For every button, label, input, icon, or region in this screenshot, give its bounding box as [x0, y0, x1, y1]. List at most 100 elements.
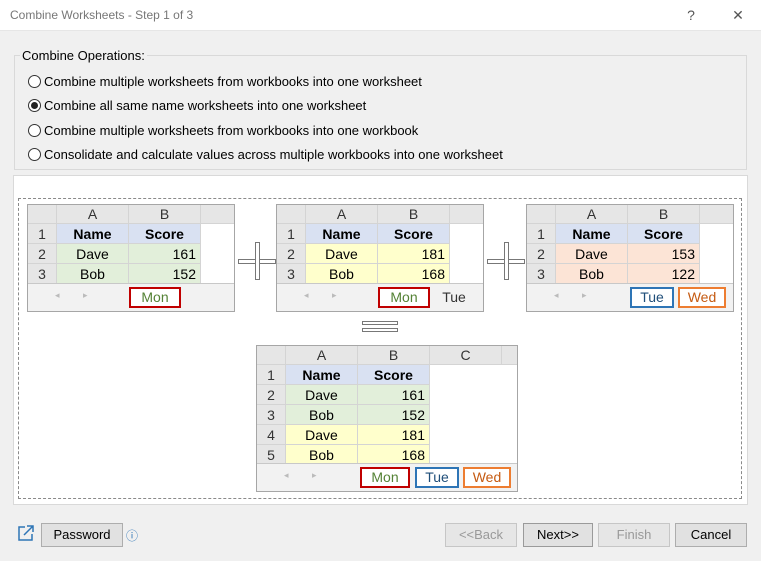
option-label: Consolidate and calculate values across … [44, 146, 503, 162]
next-sheet-icon: ▸ [83, 290, 88, 300]
corner-cell [257, 346, 286, 365]
option-label: Combine multiple worksheets from workboo… [44, 73, 422, 89]
row-header: 3 [527, 264, 556, 284]
prev-sheet-icon: ◂ [284, 470, 289, 480]
row-header: 3 [277, 264, 306, 284]
option-combine-same-name-worksheets[interactable]: Combine all same name worksheets into on… [28, 96, 366, 114]
name-cell: Bob [306, 264, 378, 284]
row-header: 3 [28, 264, 57, 284]
option-label: Combine multiple worksheets from workboo… [44, 122, 419, 138]
next-sheet-icon: ▸ [332, 290, 337, 300]
sheet-tab-bar: ◂ ▸ Mon Tue [277, 283, 483, 311]
score-header-cell: Score [628, 224, 700, 244]
col-header-b: B [358, 346, 430, 365]
cancel-button[interactable]: Cancel [675, 523, 747, 547]
score-cell: 181 [378, 244, 450, 264]
sheet-tab-bar: ◂ ▸ Tue Wed [527, 283, 733, 311]
row-header: 1 [28, 224, 57, 244]
option-combine-worksheets-to-worksheet[interactable]: Combine multiple worksheets from workboo… [28, 72, 422, 90]
corner-cell [527, 205, 556, 224]
row-header: 2 [527, 244, 556, 264]
prev-sheet-icon: ◂ [304, 290, 309, 300]
score-header-cell: Score [358, 365, 430, 385]
score-cell: 152 [358, 405, 430, 425]
row-header: 1 [277, 224, 306, 244]
sheet-tab-bar: ◂ ▸ Mon Tue Wed [257, 463, 517, 491]
col-header-a: A [306, 205, 378, 224]
back-button[interactable]: <<Back [445, 523, 517, 547]
next-sheet-icon: ▸ [312, 470, 317, 480]
row-header: 2 [28, 244, 57, 264]
name-cell: Bob [286, 445, 358, 465]
name-cell: Bob [57, 264, 129, 284]
name-header-cell: Name [57, 224, 129, 244]
col-header-c: C [430, 346, 502, 365]
prev-sheet-icon: ◂ [554, 290, 559, 300]
window-title: Combine Worksheets - Step 1 of 3 [10, 8, 194, 22]
corner-cell [28, 205, 57, 224]
finish-button[interactable]: Finish [598, 523, 670, 547]
option-combine-worksheets-to-workbook[interactable]: Combine multiple worksheets from workboo… [28, 121, 418, 139]
col-header-a: A [57, 205, 129, 224]
external-link-icon[interactable] [16, 524, 35, 543]
score-cell: 161 [358, 385, 430, 405]
sheet-tab-tue: Tue [630, 287, 674, 308]
radio-button-selected[interactable] [28, 98, 41, 112]
sheet-preview-1: A B 1 Name Score 2 Dave 161 3 Bob 152 ◂ … [27, 204, 235, 312]
col-header-b: B [378, 205, 450, 224]
col-header-b: B [628, 205, 700, 224]
row-header: 3 [257, 405, 286, 425]
name-cell: Dave [306, 244, 378, 264]
score-cell: 181 [358, 425, 430, 445]
score-cell: 122 [628, 264, 700, 284]
option-label: Combine all same name worksheets into on… [44, 97, 367, 113]
password-button[interactable]: Password [41, 523, 123, 547]
row-header: 1 [527, 224, 556, 244]
next-button[interactable]: Next>> [523, 523, 593, 547]
score-header-cell: Score [378, 224, 450, 244]
name-cell: Bob [556, 264, 628, 284]
col-header-a: A [556, 205, 628, 224]
score-header-cell: Score [129, 224, 201, 244]
equals-bar [362, 321, 398, 325]
col-header-blank [502, 346, 517, 365]
plus-icon [238, 242, 276, 280]
score-cell: 168 [358, 445, 430, 465]
col-header-b: B [129, 205, 201, 224]
sheet-tab-bar: ◂ ▸ Mon [28, 283, 234, 311]
row-header: 4 [257, 425, 286, 445]
name-header-cell: Name [306, 224, 378, 244]
radio-button[interactable] [28, 123, 41, 137]
next-sheet-icon: ▸ [582, 290, 587, 300]
score-cell: 161 [129, 244, 201, 264]
name-cell: Dave [556, 244, 628, 264]
sheet-preview-3: A B 1 Name Score 2 Dave 153 3 Bob 122 ◂ … [526, 204, 734, 312]
name-cell: Dave [57, 244, 129, 264]
sheet-tab-tue: Tue [442, 289, 466, 305]
title-bar: Combine Worksheets - Step 1 of 3 ? ✕ [0, 0, 761, 31]
sheet-tab-wed: Wed [678, 287, 726, 308]
equals-icon [362, 321, 398, 333]
score-cell: 168 [378, 264, 450, 284]
name-cell: Dave [286, 425, 358, 445]
col-header-a: A [286, 346, 358, 365]
option-consolidate-calculate[interactable]: Consolidate and calculate values across … [28, 145, 503, 163]
name-cell: Bob [286, 405, 358, 425]
corner-cell [277, 205, 306, 224]
radio-button[interactable] [28, 147, 41, 161]
row-header: 5 [257, 445, 286, 465]
sheet-tab-tue: Tue [415, 467, 459, 488]
col-header-blank [450, 205, 483, 224]
plus-icon [487, 242, 525, 280]
close-button[interactable]: ✕ [728, 5, 748, 25]
row-header: 2 [277, 244, 306, 264]
prev-sheet-icon: ◂ [55, 290, 60, 300]
result-sheet-preview: A B C 1 Name Score 2 Dave 161 3 Bob 152 … [256, 345, 518, 492]
radio-button[interactable] [28, 74, 41, 88]
row-header: 2 [257, 385, 286, 405]
col-header-blank [700, 205, 733, 224]
sheet-tab-mon: Mon [129, 287, 181, 308]
help-button[interactable]: ? [681, 5, 701, 25]
name-header-cell: Name [556, 224, 628, 244]
info-icon[interactable]: ⓘ [126, 527, 138, 544]
